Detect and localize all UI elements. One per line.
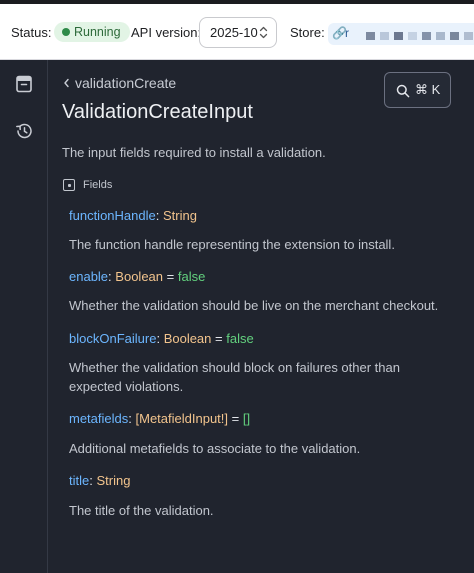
field-default: false [177, 269, 206, 284]
redaction-block [366, 32, 375, 40]
api-version-value: 2025-10 [210, 25, 258, 40]
field-signature: title: String [69, 473, 130, 488]
status-dot-icon [62, 28, 70, 36]
field-signature: functionHandle: String [69, 208, 197, 223]
chevron-up-down-icon [259, 26, 268, 39]
store-value: r [345, 26, 349, 40]
redaction-block [380, 32, 389, 40]
docs-panel: validationCreate ⌘ K ValidationCreateInp… [49, 60, 474, 573]
page-title: ValidationCreateInput [62, 101, 253, 123]
archive-icon[interactable] [13, 73, 35, 95]
search-shortcut: ⌘ K [415, 82, 441, 97]
redaction-block [436, 32, 445, 40]
field-colon: : [128, 411, 132, 426]
redaction-block [408, 32, 417, 40]
field-name[interactable]: metafields [69, 411, 128, 426]
field-type[interactable]: String [163, 208, 197, 223]
field-name[interactable]: blockOnFailure [69, 331, 156, 346]
field-colon: : [155, 208, 160, 223]
field-name[interactable]: title [69, 473, 89, 488]
field-colon: : [108, 269, 112, 284]
api-version-select[interactable]: 2025-10 [199, 17, 277, 48]
status-label: Status: [11, 25, 52, 40]
search-button[interactable]: ⌘ K [384, 72, 451, 108]
side-rail [0, 60, 48, 573]
field-description: The title of the validation. [69, 503, 214, 518]
field-description: Whether the validation should block on f… [69, 360, 400, 394]
status-value: Running [74, 25, 121, 39]
breadcrumb-link[interactable]: validationCreate [75, 75, 176, 91]
field-signature: blockOnFailure: Boolean = false [69, 331, 254, 346]
field-default: [] [242, 411, 251, 426]
field-equals: = [166, 269, 175, 284]
status-toolbar: Status: Running API version: 2025-10 Sto… [0, 4, 474, 60]
field-equals: = [231, 411, 240, 426]
field-signature: metafields: [MetafieldInput!] = [] [69, 411, 250, 426]
redaction-block [422, 32, 431, 40]
search-icon [396, 84, 410, 98]
store-label: Store: [290, 25, 325, 40]
field-signature: enable: Boolean = false [69, 269, 205, 284]
type-close-bracket: !] [220, 411, 229, 426]
field-default: false [226, 331, 254, 346]
field-description: Additional metafields to associate to th… [69, 441, 361, 456]
field-name[interactable]: functionHandle [69, 208, 156, 223]
store-link[interactable]: 🔗 r [328, 23, 474, 45]
status-badge: Running [54, 22, 130, 42]
type-name: MetafieldInput [139, 411, 221, 426]
fields-icon [63, 179, 75, 191]
redaction-block [464, 32, 473, 40]
redaction-block [394, 32, 403, 40]
field-type[interactable]: Boolean [164, 331, 212, 346]
field-type[interactable]: String [96, 473, 130, 488]
redaction-block [450, 32, 459, 40]
field-name[interactable]: enable [69, 269, 108, 284]
field-type[interactable]: Boolean [115, 269, 163, 284]
chevron-left-icon[interactable] [63, 78, 70, 88]
field-description: The function handle representing the ext… [69, 237, 395, 252]
field-equals: = [215, 331, 223, 346]
history-icon[interactable] [13, 120, 35, 142]
fields-heading-label: Fields [83, 179, 113, 191]
field-colon: : [156, 331, 161, 346]
field-colon: : [89, 473, 93, 488]
field-description: Whether the validation should be live on… [69, 298, 439, 313]
field-type[interactable]: [MetafieldInput!] [136, 411, 229, 426]
page-description: The input fields required to install a v… [62, 145, 326, 160]
api-version-label: API version: [131, 25, 202, 40]
